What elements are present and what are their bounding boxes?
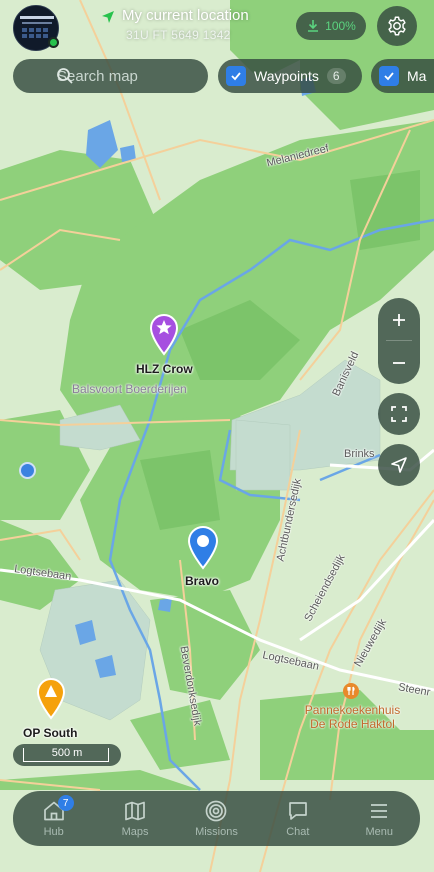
scale-bar: 500 m xyxy=(13,744,121,766)
nav-item-maps[interactable]: Maps xyxy=(99,799,171,838)
download-percent: 100% xyxy=(325,19,356,33)
filter-chip-label: Waypoints xyxy=(254,68,319,84)
road-label: Brinks xyxy=(344,448,375,460)
filter-chip-more[interactable]: Ma xyxy=(371,59,434,93)
dot-icon xyxy=(197,535,209,547)
checkbox-checked-icon[interactable] xyxy=(379,66,399,86)
target-icon xyxy=(206,800,227,822)
nav-label: Hub xyxy=(43,826,64,838)
waypoint-op-south[interactable] xyxy=(35,676,67,720)
waypoint-bravo[interactable] xyxy=(186,524,220,570)
waypoint-label: Bravo xyxy=(185,574,220,588)
navigation-arrow-icon xyxy=(391,457,407,473)
nav-item-menu[interactable]: Menu xyxy=(343,799,415,838)
pin-icon xyxy=(187,526,219,570)
location-coordinates: 31U FT 5649 1342 xyxy=(126,28,231,42)
nav-item-missions[interactable]: Missions xyxy=(180,799,252,838)
search-icon xyxy=(57,68,73,84)
checkbox-checked-icon[interactable] xyxy=(226,66,246,86)
scale-bar-label: 500 m xyxy=(51,747,83,759)
map-canvas[interactable] xyxy=(0,0,434,872)
chat-icon xyxy=(289,802,307,820)
waypoint-label: OP South xyxy=(23,726,78,740)
waypoint-label: HLZ Crow xyxy=(136,362,193,376)
fullscreen-icon xyxy=(391,406,407,422)
filter-chip-label: Ma xyxy=(407,68,427,84)
place-label: Balsvoort Boerderijen xyxy=(72,382,187,396)
settings-button[interactable] xyxy=(377,6,417,46)
search-input[interactable]: Search map xyxy=(13,59,208,93)
download-status-button[interactable]: 100% xyxy=(296,12,366,40)
menu-icon xyxy=(371,804,388,818)
nav-item-chat[interactable]: Chat xyxy=(262,799,334,838)
nav-label: Maps xyxy=(121,826,149,838)
nav-label: Chat xyxy=(286,826,310,838)
map-icon xyxy=(125,801,145,821)
notification-badge: 7 xyxy=(57,795,74,811)
online-status-dot xyxy=(48,37,59,48)
location-dot[interactable] xyxy=(19,462,36,479)
recenter-button[interactable] xyxy=(378,444,420,486)
filter-chip-count: 6 xyxy=(326,68,346,84)
filter-chip-waypoints[interactable]: Waypoints 6 xyxy=(218,59,362,93)
fullscreen-button[interactable] xyxy=(378,393,420,435)
poi-label: Pannekoekenhuis De Rode Haktol xyxy=(304,703,401,731)
plus-icon xyxy=(393,313,405,326)
nav-label: Missions xyxy=(195,826,238,838)
zoom-controls xyxy=(378,298,420,384)
zoom-in-button[interactable] xyxy=(378,298,420,341)
nav-item-hub[interactable]: 7 Hub xyxy=(18,795,90,838)
bottom-navigation: 7 Hub Maps Missions Chat Menu xyxy=(13,791,420,846)
download-icon xyxy=(308,20,319,32)
zoom-out-button[interactable] xyxy=(378,341,420,384)
pin-icon xyxy=(36,678,66,720)
minus-icon xyxy=(393,361,405,364)
location-title[interactable]: My current location xyxy=(122,7,249,24)
gear-icon xyxy=(388,16,406,36)
nav-label: Menu xyxy=(365,826,394,838)
waypoint-hlz-crow[interactable] xyxy=(148,312,180,356)
restaurant-icon[interactable] xyxy=(343,683,359,699)
location-arrow-icon xyxy=(102,11,114,23)
